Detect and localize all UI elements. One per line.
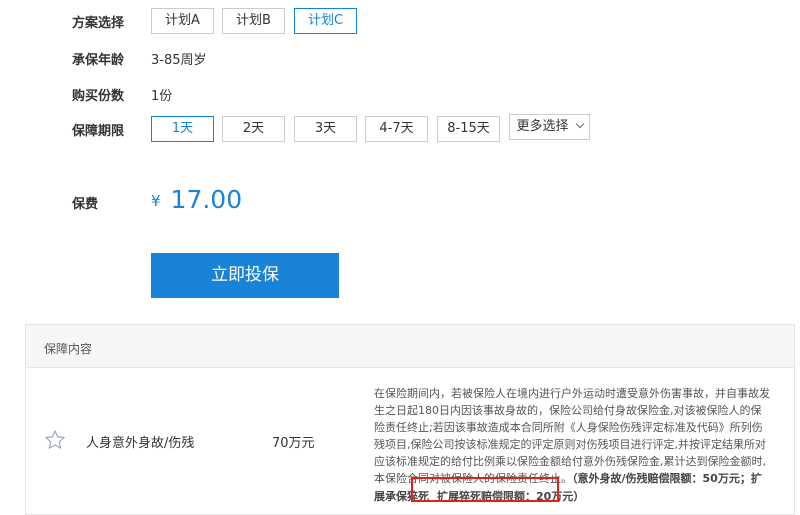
premium-price: ¥17.00 [151, 185, 242, 214]
period-1day-option[interactable]: 1天 [151, 116, 214, 142]
star-icon[interactable] [44, 429, 66, 451]
chevron-down-icon [575, 119, 584, 129]
premium-label: 保费 [72, 197, 99, 212]
highlight-box [411, 477, 559, 502]
period-8-15day-option[interactable]: 8-15天 [437, 116, 500, 142]
more-options-dropdown[interactable]: 更多选择 [509, 114, 590, 140]
premium-amount: 17.00 [170, 185, 243, 214]
period-2day-option[interactable]: 2天 [222, 116, 285, 142]
period-3day-option[interactable]: 3天 [294, 116, 357, 142]
coverage-header-title: 保障内容 [44, 342, 93, 356]
plan-b-option[interactable]: 计划B [222, 8, 285, 34]
coverage-description-text: 在保险期间内，若被保险人在境内进行户外运动时遭受意外伤害事故，并自事故发生之日起… [374, 387, 770, 486]
buy-now-button[interactable]: 立即投保 [151, 253, 339, 298]
copies-value: 1份 [151, 89, 173, 104]
plan-label: 方案选择 [72, 16, 125, 31]
plan-c-option[interactable]: 计划C [294, 8, 357, 34]
coverage-header: 保障内容 [26, 325, 794, 368]
copies-label: 购买份数 [72, 89, 125, 104]
coverage-limit-end: ） [573, 489, 585, 503]
period-4-7day-option[interactable]: 4-7天 [365, 116, 428, 142]
period-label: 保障期限 [72, 124, 125, 139]
currency-symbol: ¥ [151, 192, 161, 210]
coverage-item-amount: 70万元 [272, 436, 315, 451]
coverage-item-name: 人身意外身故/伤残 [86, 436, 195, 451]
plan-a-option[interactable]: 计划A [151, 8, 214, 34]
age-label: 承保年龄 [72, 53, 125, 68]
more-options-label: 更多选择 [516, 119, 569, 134]
age-value: 3-85周岁 [151, 53, 207, 68]
